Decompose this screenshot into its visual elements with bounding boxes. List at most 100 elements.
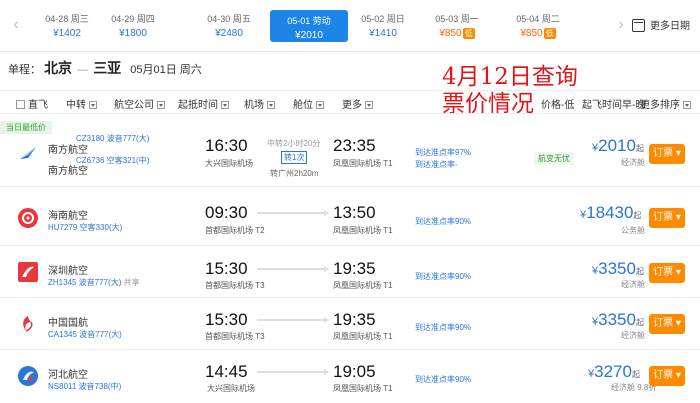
arrival-time: 13:50 <box>333 203 376 222</box>
low-price-tag: 低 <box>462 28 475 39</box>
aircraft-type-2[interactable]: 空客321(中) <box>107 156 150 165</box>
duration-line <box>257 210 329 216</box>
cabin-class: 公务舱 <box>621 226 645 235</box>
aircraft-type[interactable]: 波音738(中) <box>79 382 122 391</box>
aircraft-type[interactable]: 波音777(大) <box>79 330 122 339</box>
flight-row[interactable]: 深圳航空 ZH1345 波音777(大) 共享 15:30 首都国际机场 T3 … <box>0 248 700 298</box>
date-cell-0430[interactable]: 04-30 周五 ¥2480 <box>196 8 262 44</box>
departure-airport: 首都国际机场 T3 <box>205 332 265 341</box>
flight-number[interactable]: CZ3180 <box>76 134 104 143</box>
dropdown-caret-icon <box>221 101 229 109</box>
date-cell-0501-selected[interactable]: 05-01 劳动 ¥2010 <box>270 10 348 42</box>
arrival-time: 23:35 <box>333 136 376 155</box>
duration-line <box>257 317 329 323</box>
sort-price-low[interactable]: 价格-低 <box>541 96 574 111</box>
checkbox-icon <box>16 100 25 109</box>
dropdown-caret-icon <box>365 101 373 109</box>
dropdown-caret-icon <box>157 101 165 109</box>
filter-bar: 直飞 中转 航空公司 起抵时间 机场 舱位 更多 价格-低 起飞时间早-晚 更多… <box>0 90 700 114</box>
airline-name: 海南航空 <box>48 211 88 222</box>
ontime-rate-2: 到达准点率- <box>415 160 458 169</box>
hebei-airlines-logo-icon <box>18 366 38 386</box>
price: ¥3270起 <box>588 362 640 381</box>
time-filter[interactable]: 起抵时间 <box>178 96 229 111</box>
codeshare-label[interactable]: 共享 <box>124 278 140 287</box>
book-button[interactable]: 订票 ▾ <box>649 366 685 386</box>
departure-time: 16:30 <box>205 136 248 155</box>
departure-airport: 首都国际机场 T3 <box>205 281 265 290</box>
airline-name: 中国国航 <box>48 318 88 329</box>
flight-row[interactable]: 中国国航 CA1345 波音777(大) 15:30 首都国际机场 T3 19:… <box>0 300 700 350</box>
calendar-icon <box>632 19 645 32</box>
route-summary: 单程： 北京 — 三亚 05月01日 周六 <box>8 60 202 76</box>
date-cell-0503[interactable]: 05-03 周一 ¥850 低 <box>424 8 490 44</box>
prev-date-arrow-icon[interactable]: ‹ <box>8 14 24 36</box>
more-filter[interactable]: 更多 <box>342 96 373 111</box>
more-dates-button[interactable]: 更多日期 <box>632 17 690 32</box>
flight-row[interactable]: 河北航空 NS8011 波音738(中) 14:45 大兴国际机场 19:05 … <box>0 352 700 403</box>
china-southern-logo-icon <box>18 143 38 163</box>
ontime-rate: 到达准点率90% <box>415 217 472 226</box>
airline-name: 河北航空 <box>48 370 88 381</box>
flight-number[interactable]: HU7279 <box>48 223 77 232</box>
flight-number[interactable]: ZH1345 <box>48 278 76 287</box>
airport-filter[interactable]: 机场 <box>244 96 275 111</box>
transfer-city: 转广州2h20m <box>270 169 319 178</box>
ontime-rate: 到达准点率90% <box>415 272 472 281</box>
book-button[interactable]: 订票 ▾ <box>649 314 685 334</box>
airline-name: 深圳航空 <box>48 266 88 277</box>
aircraft-type[interactable]: 波音777(大) <box>79 278 122 287</box>
cabin-class: 经济舱 <box>621 331 645 340</box>
book-button[interactable]: 订票 ▾ <box>649 263 685 283</box>
departure-airport: 首都国际机场 T2 <box>205 226 265 235</box>
transfer-duration: 中转2小时20分 <box>267 139 321 148</box>
cabin-class: 经济舱 <box>621 158 645 167</box>
date-cell-0504[interactable]: 05-04 周二 ¥850 低 <box>505 8 571 44</box>
departure-time: 14:45 <box>205 362 248 381</box>
date-cell-0429[interactable]: 04-29 周四 ¥1800 <box>100 8 166 44</box>
flight-number[interactable]: CA1345 <box>48 330 77 339</box>
direct-only-checkbox[interactable]: 直飞 <box>16 96 48 111</box>
arrival-time: 19:35 <box>333 259 376 278</box>
ontime-rate: 到达准点率90% <box>415 323 472 332</box>
price: ¥18430起 <box>580 203 642 222</box>
transfer-count[interactable]: 转1次 <box>281 151 308 164</box>
flight-row[interactable]: 海南航空 HU7279 空客330(大) 09:30 首都国际机场 T2 13:… <box>0 190 700 246</box>
flight-number[interactable]: NS8011 <box>48 382 76 391</box>
next-date-arrow-icon[interactable]: › <box>613 14 629 36</box>
travel-date: 05月01日 周六 <box>130 64 202 76</box>
shenzhen-airlines-logo-icon <box>18 262 38 282</box>
dropdown-caret-icon <box>267 101 275 109</box>
departure-airport: 大兴国际机场 <box>207 384 255 393</box>
hainan-airlines-logo-icon <box>18 208 38 228</box>
arrival-airport: 凤凰国际机场 T1 <box>333 226 393 235</box>
airline-filter[interactable]: 航空公司 <box>114 96 165 111</box>
book-button[interactable]: 订票 ▾ <box>649 208 685 228</box>
aircraft-type[interactable]: 波音777(大) <box>107 134 150 143</box>
arrival-airport: 凤凰国际机场 T1 <box>333 384 393 393</box>
cabin-class: 经济舱 <box>621 280 645 289</box>
price: ¥3350起 <box>592 259 644 278</box>
transfer-filter[interactable]: 中转 <box>66 96 97 111</box>
departure-time: 09:30 <box>205 203 248 222</box>
more-sort[interactable]: 更多排序 <box>640 96 691 111</box>
aircraft-type[interactable]: 空客330(大) <box>80 223 123 232</box>
air-china-logo-icon <box>18 314 38 334</box>
date-cell-0428[interactable]: 04-28 周三 ¥1402 <box>34 8 100 44</box>
ontime-rate: 到达准点率97% <box>415 148 472 157</box>
date-strip: ‹ 04-28 周三 ¥1402 04-29 周四 ¥1800 04-30 周五… <box>0 0 700 52</box>
price: ¥2010起 <box>592 136 644 155</box>
book-button[interactable]: 订票 ▾ <box>649 144 685 164</box>
low-price-tag: 低 <box>543 28 556 39</box>
duration-line <box>257 369 329 375</box>
sort-departure-time[interactable]: 起飞时间早-晚 <box>582 96 645 111</box>
flight-row[interactable]: 南方航空 CZ3180 波音777(大) 南方航空 CZ6736 空客321(中… <box>0 132 700 187</box>
ontime-rate: 到达准点率90% <box>415 375 472 384</box>
duration-line <box>257 266 329 272</box>
flight-number-2[interactable]: CZ6736 <box>76 156 104 165</box>
date-cell-0502[interactable]: 05-02 周日 ¥1410 <box>350 8 416 44</box>
cabin-filter[interactable]: 舱位 <box>293 96 324 111</box>
change-guarantee-badge: 航变无忧 <box>534 152 574 165</box>
departure-time: 15:30 <box>205 259 248 278</box>
arrival-airport: 凤凰国际机场 T1 <box>333 281 393 290</box>
